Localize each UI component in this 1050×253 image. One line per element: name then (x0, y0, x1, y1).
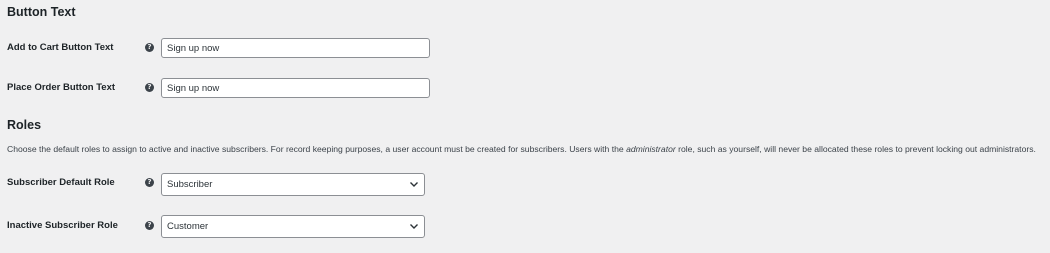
chevron-down-icon (410, 182, 418, 187)
chevron-down-icon (410, 224, 418, 229)
inactive-role-label: Inactive Subscriber Role (7, 220, 118, 231)
section-title-button-text: Button Text (7, 5, 76, 19)
place-order-text-input[interactable] (161, 78, 430, 98)
roles-description-emphasis: administrator (626, 144, 676, 154)
question-circle-icon[interactable]: ? (145, 178, 154, 187)
question-circle-icon[interactable]: ? (145, 221, 154, 230)
settings-panel: Button Text Add to Cart Button Text ? Pl… (0, 0, 1050, 253)
place-order-label: Place Order Button Text (7, 82, 116, 93)
default-role-label: Subscriber Default Role (7, 177, 115, 188)
roles-description-text: Choose the default roles to assign to ac… (7, 144, 627, 154)
default-role-select[interactable]: Subscriber (161, 173, 425, 196)
add-to-cart-text-input[interactable] (161, 38, 430, 58)
add-to-cart-label: Add to Cart Button Text (7, 42, 114, 53)
question-circle-icon[interactable]: ? (145, 43, 154, 52)
inactive-role-selected-value: Customer (167, 221, 209, 232)
section-title-roles: Roles (7, 118, 42, 132)
roles-description-text-end: role, such as yourself, will never be al… (675, 144, 1036, 154)
question-circle-icon[interactable]: ? (145, 83, 154, 92)
roles-description: Choose the default roles to assign to ac… (7, 144, 1036, 154)
inactive-role-select[interactable]: Customer (161, 215, 425, 238)
default-role-selected-value: Subscriber (167, 179, 213, 190)
